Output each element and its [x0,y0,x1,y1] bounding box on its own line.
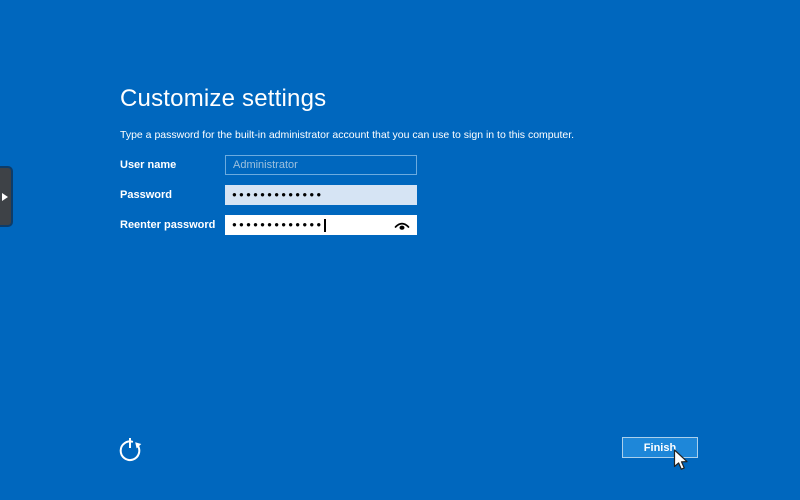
password-input[interactable]: ●●●●●●●●●●●●● [225,185,417,205]
ease-of-access-icon[interactable] [116,435,144,470]
password-reveal-eye-icon[interactable] [394,219,410,231]
username-label: User name [120,159,225,171]
reenter-password-label: Reenter password [120,219,225,231]
reenter-password-input[interactable]: ●●●●●●●●●●●●● [225,215,417,235]
password-label: Password [120,189,225,201]
finish-button[interactable]: Finish [622,437,698,458]
page-subtitle: Type a password for the built-in adminis… [120,129,574,141]
password-row: Password ●●●●●●●●●●●●● [120,185,417,205]
oobe-customize-settings-screen: { "header": { "title": "Customize settin… [0,0,800,500]
username-placeholder: Administrator [233,159,298,171]
page-title: Customize settings [120,85,326,113]
reenter-password-masked-value: ●●●●●●●●●●●●● [232,215,323,235]
username-row: User name Administrator [120,155,417,175]
username-input[interactable]: Administrator [225,155,417,175]
reenter-password-row: Reenter password ●●●●●●●●●●●●● [120,215,417,235]
text-caret [324,219,326,232]
side-panel-handle[interactable] [0,166,13,227]
arrow-right-icon [2,193,8,201]
password-masked-value: ●●●●●●●●●●●●● [232,185,323,205]
administrator-account-form: User name Administrator Password ●●●●●●●… [120,155,417,245]
